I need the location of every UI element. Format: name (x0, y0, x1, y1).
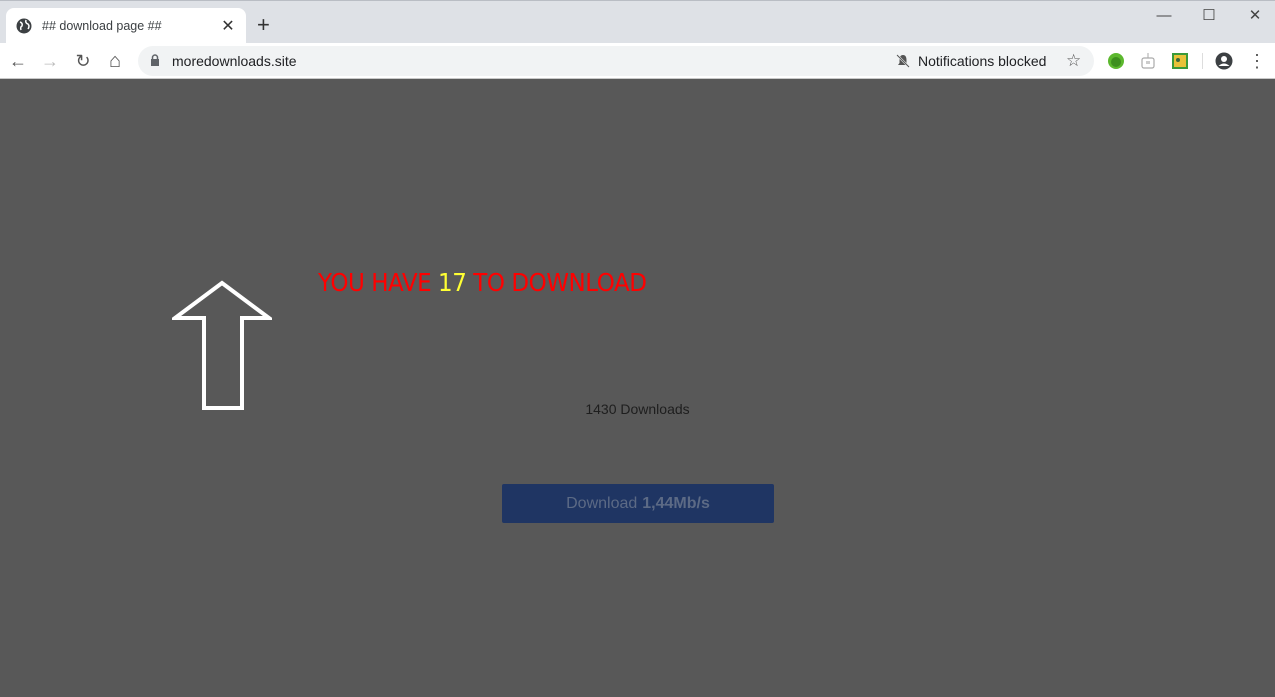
robot-extension-icon[interactable] (1139, 52, 1157, 70)
bookmark-star-icon[interactable]: ☆ (1066, 51, 1081, 71)
minimize-button[interactable]: — (1141, 5, 1187, 27)
browser-tab[interactable]: ## download page ## ✕ (6, 8, 246, 44)
notifications-blocked-chip[interactable]: Notifications blocked (896, 53, 1046, 69)
profile-icon[interactable] (1215, 52, 1233, 70)
window-close-button[interactable]: ✕ (1232, 5, 1275, 27)
back-button[interactable]: ← (6, 49, 30, 73)
tab-close-icon[interactable]: ✕ (220, 16, 236, 36)
notifications-blocked-label: Notifications blocked (918, 53, 1047, 69)
photo-extension-icon[interactable] (1171, 52, 1189, 70)
new-tab-button[interactable]: + (257, 13, 270, 37)
headline-suffix: TO DOWNLOAD (466, 268, 647, 297)
url-text[interactable]: moredownloads.site (172, 53, 297, 69)
globe-icon (16, 18, 32, 34)
browser-toolbar: ← → ↻ ⌂ moredownloads.site Notifications… (0, 43, 1275, 79)
downloads-count: 1430 Downloads (585, 401, 690, 417)
menu-button[interactable]: ⋮ (1245, 49, 1269, 73)
page-content: YOU HAVE 17 TO DOWNLOAD 1430 Downloads D… (0, 80, 1275, 697)
up-arrow-icon (172, 280, 272, 410)
download-speed: 1,44Mb/s (642, 494, 710, 512)
forward-button[interactable]: → (38, 49, 62, 73)
home-button[interactable]: ⌂ (103, 49, 127, 73)
tab-title: ## download page ## (42, 19, 162, 33)
bell-off-icon (896, 54, 910, 68)
download-button[interactable]: Download 1,44Mb/s (502, 484, 774, 523)
lock-icon (151, 54, 159, 66)
address-bar[interactable]: moredownloads.site Notifications blocked… (138, 46, 1094, 76)
download-button-label: Download (566, 494, 638, 512)
toolbar-separator (1202, 53, 1203, 69)
headline-count: 17 (438, 268, 467, 297)
headline-prefix: YOU HAVE (318, 268, 439, 297)
download-count-headline: YOU HAVE 17 TO DOWNLOAD (318, 268, 647, 297)
green-extension-icon[interactable] (1107, 52, 1125, 70)
reload-button[interactable]: ↻ (71, 49, 95, 73)
title-bar: ## download page ## ✕ + — ☐ ✕ (0, 0, 1275, 44)
maximize-button[interactable]: ☐ (1186, 5, 1232, 27)
